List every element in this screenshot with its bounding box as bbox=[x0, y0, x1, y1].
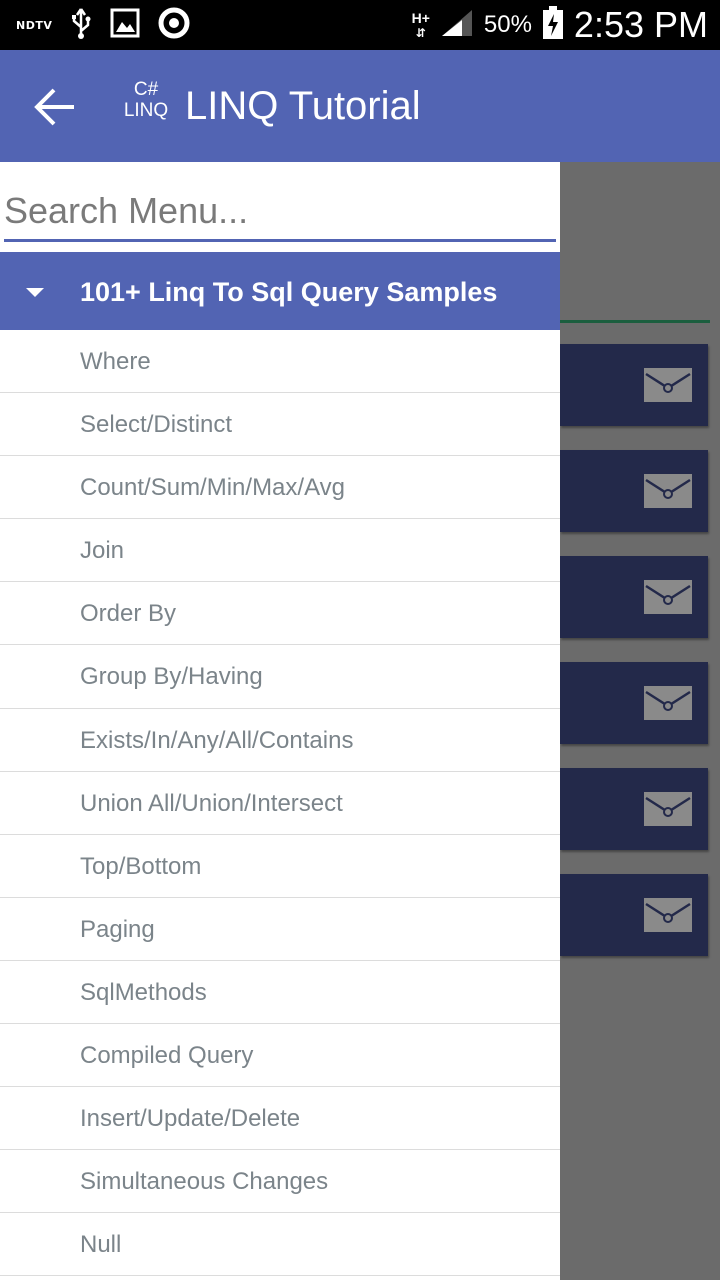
menu-item-paging[interactable]: Paging bbox=[0, 898, 560, 961]
menu-item-label: Paging bbox=[80, 915, 155, 943]
menu-item-group-by[interactable]: Group By/Having bbox=[0, 645, 560, 709]
menu-item-top-bottom[interactable]: Top/Bottom bbox=[0, 835, 560, 898]
logo-csharp: C# bbox=[133, 79, 159, 100]
search-bar bbox=[0, 162, 560, 252]
envelope-icon bbox=[644, 580, 692, 614]
status-bar: NDTV H+ ⇵ 50% 2:53 PM bbox=[0, 0, 720, 50]
menu-item-compiled-query[interactable]: Compiled Query bbox=[0, 1024, 560, 1088]
usb-icon bbox=[70, 7, 92, 44]
menu-item-where[interactable]: Where bbox=[0, 330, 560, 394]
envelope-icon bbox=[644, 686, 692, 720]
sync-icon bbox=[158, 7, 190, 44]
section-title: 101+ Linq To Sql Query Samples bbox=[80, 277, 498, 307]
menu-item-label: Group By/Having bbox=[80, 663, 263, 691]
menu-list: Where Select/Distinct Count/Sum/Min/Max/… bbox=[0, 330, 560, 1277]
list-card[interactable] bbox=[560, 874, 708, 956]
menu-item-union[interactable]: Union All/Union/Intersect bbox=[0, 772, 560, 835]
list-card[interactable] bbox=[560, 662, 708, 744]
network-type-label: H+ ⇵ bbox=[411, 9, 430, 40]
search-input[interactable] bbox=[4, 182, 556, 242]
menu-item-label: SqlMethods bbox=[80, 978, 207, 1006]
menu-item-label: Null bbox=[80, 1231, 122, 1259]
list-card[interactable] bbox=[560, 450, 708, 532]
envelope-icon bbox=[644, 368, 692, 402]
envelope-icon bbox=[644, 474, 692, 508]
menu-item-label: Top/Bottom bbox=[80, 852, 202, 880]
list-card[interactable] bbox=[560, 768, 708, 850]
section-header[interactable]: 101+ Linq To Sql Query Samples bbox=[0, 252, 560, 330]
menu-item-aggregates[interactable]: Count/Sum/Min/Max/Avg bbox=[0, 456, 560, 520]
arrow-back-icon[interactable] bbox=[34, 86, 76, 128]
app-logo: C# LINQ bbox=[118, 80, 174, 126]
menu-item-label: Where bbox=[80, 348, 151, 375]
signal-icon bbox=[440, 8, 474, 43]
envelope-icon bbox=[644, 792, 692, 826]
menu-item-label: Order By bbox=[80, 600, 177, 628]
menu-item-label: Compiled Query bbox=[80, 1042, 254, 1070]
menu-item-sqlmethods[interactable]: SqlMethods bbox=[0, 961, 560, 1025]
battery-percent: 50% bbox=[483, 11, 532, 38]
menu-item-label: Count/Sum/Min/Max/Avg bbox=[80, 474, 345, 502]
menu-item-simultaneous-changes[interactable]: Simultaneous Changes bbox=[0, 1150, 560, 1214]
menu-item-label: Union All/Union/Intersect bbox=[80, 789, 343, 817]
image-icon bbox=[110, 8, 140, 43]
logo-linq: LINQ bbox=[123, 100, 169, 121]
menu-item-order-by[interactable]: Order By bbox=[0, 582, 560, 646]
menu-item-select-distinct[interactable]: Select/Distinct bbox=[0, 393, 560, 457]
menu-item-join[interactable]: Join bbox=[0, 519, 560, 583]
menu-item-label: Simultaneous Changes bbox=[80, 1168, 329, 1196]
menu-item-null[interactable]: Null bbox=[0, 1213, 560, 1277]
battery-charging-icon bbox=[542, 5, 564, 45]
app-bar: C# LINQ LINQ Tutorial bbox=[0, 50, 720, 162]
clock: 2:53 PM bbox=[573, 4, 708, 45]
menu-item-insert-update-delete[interactable]: Insert/Update/Delete bbox=[0, 1087, 560, 1151]
page-title: LINQ Tutorial bbox=[185, 84, 421, 128]
menu-item-label: Insert/Update/Delete bbox=[80, 1105, 301, 1133]
caret-down-icon[interactable] bbox=[26, 288, 44, 297]
list-card[interactable] bbox=[560, 556, 708, 638]
navigation-drawer: 101+ Linq To Sql Query Samples Where Sel… bbox=[0, 162, 560, 1280]
menu-item-label: Select/Distinct bbox=[80, 411, 233, 439]
menu-item-label: Join bbox=[80, 537, 125, 565]
menu-item-label: Exists/In/Any/All/Contains bbox=[80, 726, 354, 754]
ndtv-notification-label: NDTV bbox=[16, 18, 53, 32]
menu-item-exists[interactable]: Exists/In/Any/All/Contains bbox=[0, 709, 560, 772]
list-card[interactable] bbox=[560, 344, 708, 426]
tab-indicator bbox=[560, 320, 710, 323]
envelope-icon bbox=[644, 898, 692, 932]
